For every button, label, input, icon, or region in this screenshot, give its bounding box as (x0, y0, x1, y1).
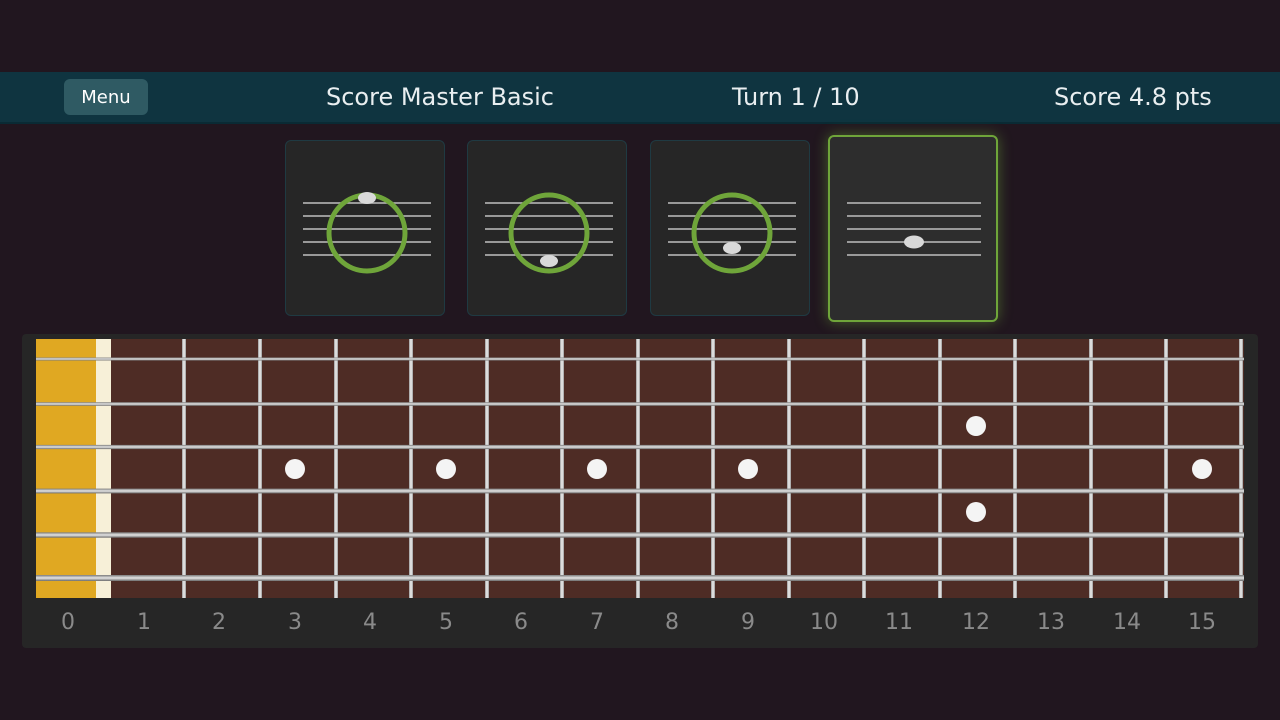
fret-number-5: 5 (439, 610, 453, 635)
fret-number-9: 9 (741, 610, 755, 635)
fret-wire-5 (485, 339, 489, 598)
fret-wire-7 (636, 339, 640, 598)
string-1[interactable] (36, 357, 1244, 361)
open-string-zone[interactable] (36, 339, 96, 598)
fret-inlay-dot-5 (436, 459, 456, 479)
fret-number-0: 0 (61, 610, 75, 635)
fret-number-6: 6 (514, 610, 528, 635)
fret-wire-14 (1164, 339, 1168, 598)
string-4[interactable] (36, 488, 1244, 494)
fret-inlay-dot-12 (966, 416, 986, 436)
fret-number-12: 12 (962, 610, 990, 635)
fret-number-14: 14 (1113, 610, 1141, 635)
fret-inlay-dot-3 (285, 459, 305, 479)
string-6[interactable] (36, 575, 1244, 581)
fret-wire-10 (862, 339, 866, 598)
fret-wire-13 (1089, 339, 1093, 598)
fret-number-1: 1 (137, 610, 151, 635)
fret-wire-12 (1013, 339, 1017, 598)
fret-inlay-dot-7 (587, 459, 607, 479)
fret-number-15: 15 (1188, 610, 1216, 635)
fret-wire-8 (711, 339, 715, 598)
fret-number-2: 2 (212, 610, 226, 635)
fret-number-4: 4 (363, 610, 377, 635)
string-2[interactable] (36, 402, 1244, 406)
fret-wire-3 (334, 339, 338, 598)
fret-number-13: 13 (1037, 610, 1065, 635)
fret-inlay-dot-12 (966, 502, 986, 522)
string-5[interactable] (36, 532, 1244, 538)
fretboard[interactable] (0, 0, 1280, 720)
fret-number-11: 11 (885, 610, 913, 635)
fret-wire-11 (938, 339, 942, 598)
fret-wire-9 (787, 339, 791, 598)
fret-number-3: 3 (288, 610, 302, 635)
fret-inlay-dot-15 (1192, 459, 1212, 479)
fret-number-8: 8 (665, 610, 679, 635)
string-3[interactable] (36, 444, 1244, 450)
fret-wire-15 (1239, 339, 1243, 598)
fret-wire-6 (560, 339, 564, 598)
fret-wire-2 (258, 339, 262, 598)
fret-wire-4 (409, 339, 413, 598)
fret-number-7: 7 (590, 610, 604, 635)
fret-number-10: 10 (810, 610, 838, 635)
fret-wire-1 (182, 339, 186, 598)
fret-inlay-dot-9 (738, 459, 758, 479)
nut (96, 339, 111, 598)
